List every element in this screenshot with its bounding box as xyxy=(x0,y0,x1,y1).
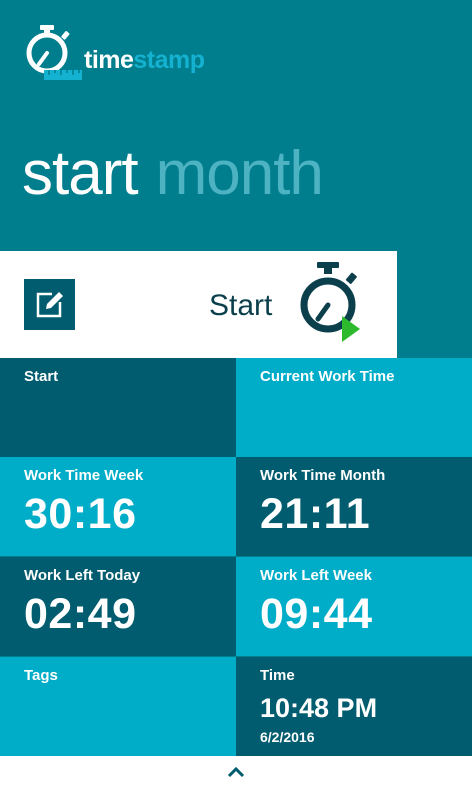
tile-start-label: Start xyxy=(24,368,59,385)
tile-work-left-week[interactable]: Work Left Week 09:44 xyxy=(236,557,472,656)
tile-time-date: 6/2/2016 xyxy=(260,729,315,745)
tile-current-work-time[interactable]: Current Work Time xyxy=(236,358,472,457)
tile-work-time-week-label: Work Time Week xyxy=(24,467,144,484)
pivot-header: start month xyxy=(22,138,324,209)
start-button-label[interactable]: Start xyxy=(209,289,272,323)
tile-work-left-today-label: Work Left Today xyxy=(24,567,141,584)
edit-button[interactable] xyxy=(24,279,75,330)
chevron-up-icon[interactable] xyxy=(226,766,246,778)
app-logo: timestamp xyxy=(22,22,242,86)
tile-work-time-week[interactable]: Work Time Week 30:16 xyxy=(0,457,236,556)
stopwatch-logo-icon xyxy=(26,25,82,80)
tile-start[interactable]: Start xyxy=(0,358,236,457)
tile-work-time-month-label: Work Time Month xyxy=(260,467,386,484)
tile-work-left-today[interactable]: Work Left Today 02:49 xyxy=(0,557,236,656)
tile-current-work-time-label: Current Work Time xyxy=(260,368,395,385)
edit-icon xyxy=(36,292,63,318)
tile-work-left-week-value: 09:44 xyxy=(260,590,373,638)
tile-work-time-month-value: 21:11 xyxy=(260,490,371,538)
stopwatch-play-icon[interactable] xyxy=(298,261,364,347)
start-panel: Start xyxy=(0,251,397,358)
tile-tags-label: Tags xyxy=(24,667,58,684)
tile-work-time-week-value: 30:16 xyxy=(24,490,137,538)
tile-work-left-week-label: Work Left Week xyxy=(260,567,372,584)
tile-tags[interactable]: Tags xyxy=(0,657,236,756)
app-bar xyxy=(0,756,472,787)
tile-time-label: Time xyxy=(260,667,295,684)
app-name-time: time xyxy=(84,46,134,74)
app-name: timestamp xyxy=(84,46,205,75)
tile-work-left-today-value: 02:49 xyxy=(24,590,137,638)
pivot-item-start[interactable]: start xyxy=(22,139,139,208)
tile-time[interactable]: Time 10:48 PM 6/2/2016 xyxy=(236,657,472,756)
tile-work-time-month[interactable]: Work Time Month 21:11 xyxy=(236,457,472,556)
pivot-item-month[interactable]: month xyxy=(156,139,324,208)
app-name-stamp: stamp xyxy=(133,46,205,74)
tile-time-value: 10:48 PM xyxy=(260,693,378,723)
